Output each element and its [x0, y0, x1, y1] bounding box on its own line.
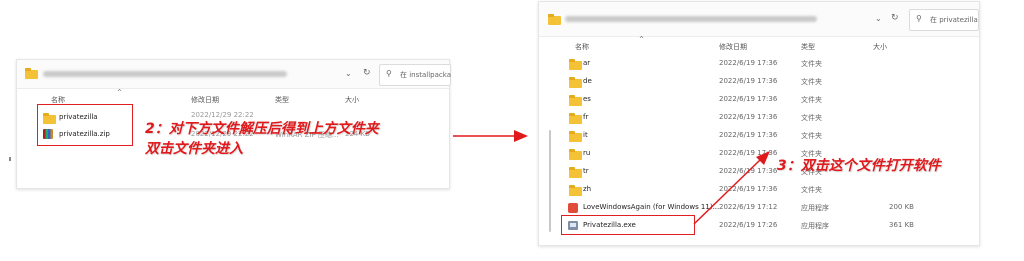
left-explorer-window: ⌄ ↻ ⚲ 在 installpacka 名称 ^ 修改日期 类型 大小 pri…	[16, 59, 451, 189]
file-name: ar	[583, 59, 591, 67]
highlight-box	[37, 104, 133, 146]
highlight-box	[561, 215, 695, 235]
sort-arrow-icon: ^	[117, 89, 123, 96]
chevron-down-icon[interactable]: ⌄	[875, 14, 882, 23]
step2-annotation-line1: 2：对下方文件解压后得到上方文件夹	[145, 121, 379, 137]
file-date: 2022/6/19 17:36	[719, 95, 778, 103]
file-type: 文件夹	[801, 114, 822, 122]
column-size-header[interactable]: 大小	[345, 95, 359, 105]
folder-icon	[569, 113, 582, 124]
file-type: 文件夹	[801, 132, 822, 140]
vertical-scrollbar[interactable]	[549, 54, 552, 232]
file-name: es	[583, 95, 591, 103]
refresh-icon[interactable]: ↻	[891, 13, 899, 23]
search-box[interactable]: ⚲ 在 installpacka	[379, 64, 451, 86]
file-name: ru	[583, 149, 591, 157]
file-date: 2022/6/19 17:36	[719, 131, 778, 139]
address-bar[interactable]: ⌄ ↻ ⚲ 在 installpacka	[17, 60, 451, 89]
search-icon: ⚲	[916, 14, 922, 23]
folder-icon	[569, 185, 582, 196]
sort-arrow-icon: ^	[639, 36, 645, 43]
file-size: 361 KB	[889, 221, 914, 229]
file-date: 2022/6/19 17:26	[719, 221, 778, 229]
column-name-header[interactable]: 名称	[575, 42, 589, 52]
column-type-header[interactable]: 类型	[801, 42, 815, 52]
file-date: 2022/6/19 17:36	[719, 185, 778, 193]
file-type: 文件夹	[801, 186, 822, 194]
folder-icon	[569, 167, 582, 178]
search-icon: ⚲	[386, 69, 392, 78]
column-date-header[interactable]: 修改日期	[719, 42, 747, 52]
step3-annotation: 3：双击这个文件打开软件	[777, 158, 941, 174]
file-type: 应用程序	[801, 204, 829, 212]
file-date: 2022/6/19 17:36	[719, 149, 778, 157]
file-date: 2022/6/19 17:36	[719, 59, 778, 67]
file-date: 2022/6/19 17:36	[719, 167, 778, 175]
folder-icon	[569, 95, 582, 106]
folder-icon	[548, 14, 561, 25]
file-type: 文件夹	[801, 78, 822, 86]
address-bar[interactable]: ⌄ ↻ ⚲ 在 privatezilla	[539, 2, 979, 37]
app-icon	[568, 203, 578, 213]
file-name: it	[583, 131, 588, 139]
file-date: 2022/6/19 17:36	[719, 113, 778, 121]
column-date-header[interactable]: 修改日期	[191, 95, 219, 105]
right-explorer-window: ⌄ ↻ ⚲ 在 privatezilla 名称 ^ 修改日期 类型 大小 ar …	[538, 1, 980, 246]
refresh-icon[interactable]: ↻	[363, 68, 371, 78]
search-placeholder: 在 installpacka	[400, 71, 451, 79]
file-type: 文件夹	[801, 96, 822, 104]
blurred-path	[565, 16, 817, 22]
file-name: de	[583, 77, 592, 85]
folder-icon	[569, 59, 582, 70]
column-type-header[interactable]: 类型	[275, 95, 289, 105]
folder-icon	[25, 68, 38, 79]
folder-icon	[569, 131, 582, 142]
file-type: 应用程序	[801, 222, 829, 230]
file-size: 200 KB	[889, 203, 914, 211]
file-name: tr	[583, 167, 589, 175]
file-type: 文件夹	[801, 60, 822, 68]
file-date: 2022/6/19 17:12	[719, 203, 778, 211]
file-name: LoveWindowsAgain (for Windows 11)...	[583, 203, 720, 211]
left-edge-mark	[9, 157, 11, 161]
folder-icon	[569, 149, 582, 160]
file-name: zh	[583, 185, 592, 193]
folder-icon	[569, 77, 582, 88]
search-box[interactable]: ⚲ 在 privatezilla	[909, 9, 979, 31]
search-placeholder: 在 privatezilla	[930, 16, 978, 24]
chevron-down-icon[interactable]: ⌄	[345, 69, 352, 78]
step2-annotation-line2: 双击文件夹进入	[145, 141, 243, 157]
column-size-header[interactable]: 大小	[873, 42, 887, 52]
scrollbar-thumb[interactable]	[549, 130, 551, 232]
blurred-path	[43, 71, 287, 77]
file-date: 2022/6/19 17:36	[719, 77, 778, 85]
file-name: fr	[583, 113, 589, 121]
